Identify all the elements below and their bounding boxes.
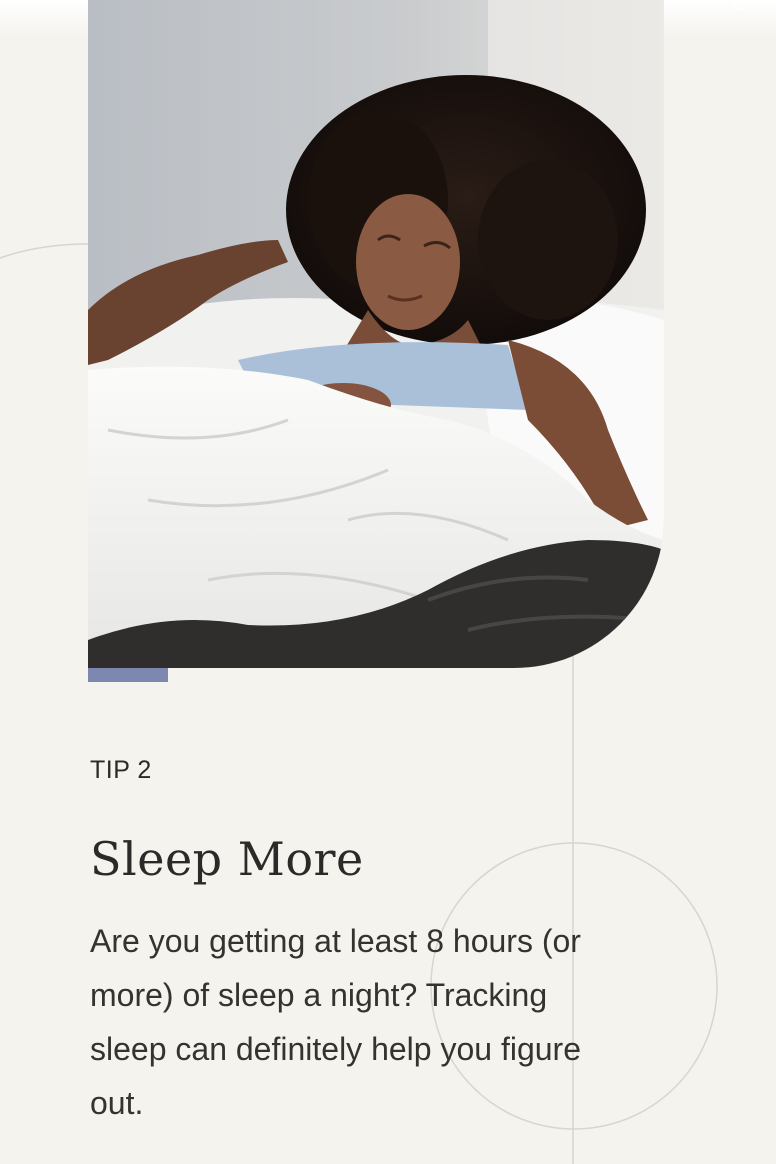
tip-title: Sleep More — [90, 832, 364, 886]
accent-bar — [88, 668, 168, 682]
sleeping-woman-illustration — [88, 0, 664, 668]
menu-icon[interactable] — [728, 0, 748, 12]
hero-image — [88, 0, 664, 668]
tip-label: TIP 2 — [90, 756, 152, 784]
tip-body: Are you getting at least 8 hours (or mor… — [90, 923, 581, 1121]
